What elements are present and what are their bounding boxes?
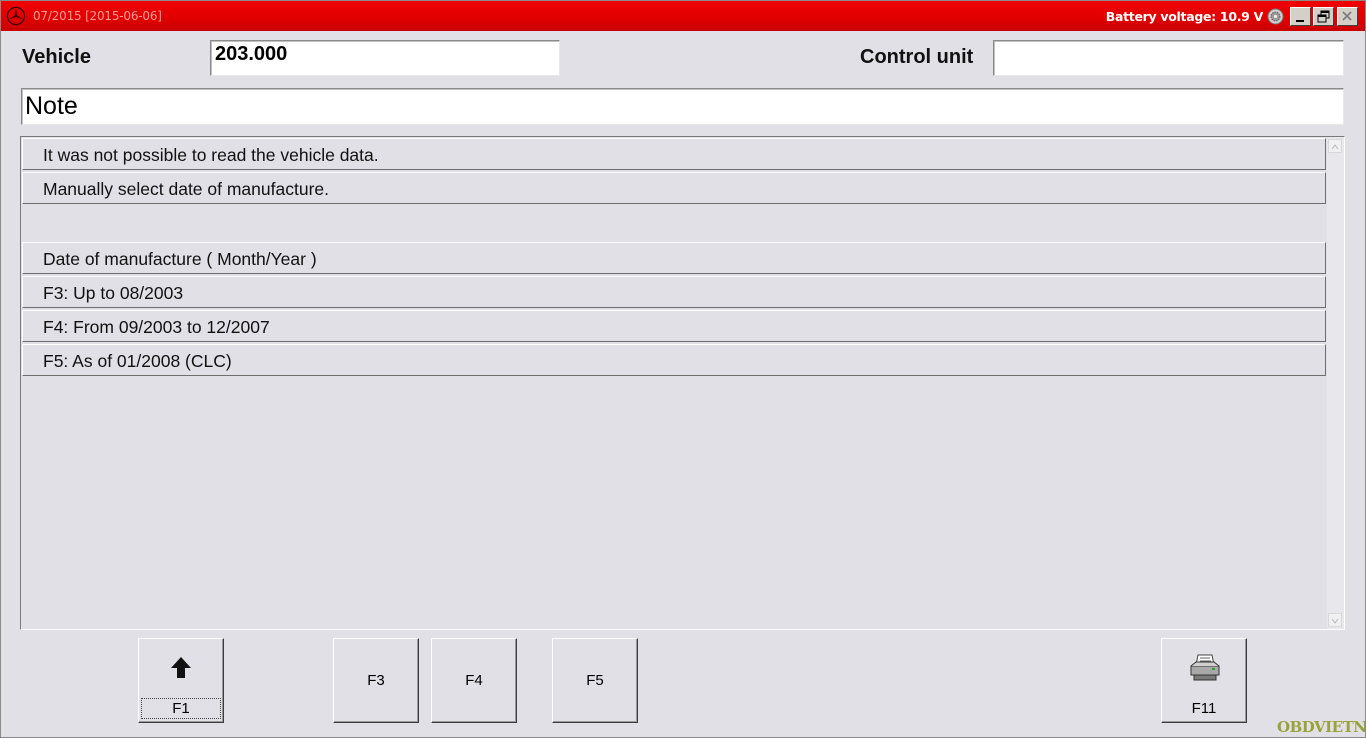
list-item-text: Date of manufacture ( Month/Year ) — [43, 249, 317, 269]
vehicle-field[interactable]: 203.000 — [210, 40, 560, 76]
mercedes-star-icon — [6, 6, 26, 26]
note-field: Note — [21, 88, 1344, 125]
f5-button[interactable]: F5 — [552, 638, 638, 723]
minimize-button[interactable] — [1290, 7, 1311, 26]
list-item-text: Manually select date of manufacture. — [43, 179, 329, 199]
list-item-text: F3: Up to 08/2003 — [43, 283, 184, 303]
note-title: Note — [25, 92, 78, 120]
scroll-up-button[interactable] — [1328, 139, 1342, 153]
list-item: Manually select date of manufacture. — [22, 172, 1326, 204]
f1-key-label: F1 — [172, 700, 190, 717]
message-list: It was not possible to read the vehicle … — [20, 136, 1345, 630]
watermark: OBDVIETNAM — [1277, 718, 1366, 736]
battery-voltage: Battery voltage: 10.9 V — [1105, 9, 1264, 24]
list-item: Date of manufacture ( Month/Year ) — [22, 242, 1326, 274]
up-arrow-icon — [171, 657, 191, 678]
list-item: F3: Up to 08/2003 — [22, 276, 1326, 308]
list-item: F5: As of 01/2008 (CLC) — [22, 344, 1326, 376]
chevron-up-icon — [1331, 144, 1339, 150]
f3-key-label: F3 — [367, 672, 385, 689]
f5-key-label: F5 — [586, 672, 604, 689]
window-title: 07/2015 [2015-06-06] — [33, 9, 162, 23]
close-button[interactable] — [1337, 7, 1358, 26]
battery-icon — [1267, 8, 1284, 25]
f1-back-button[interactable]: F1 — [138, 638, 224, 723]
control-unit-field[interactable] — [993, 40, 1344, 76]
list-item-text: It was not possible to read the vehicle … — [43, 145, 379, 165]
vehicle-label: Vehicle — [22, 46, 91, 68]
list-item: F4: From 09/2003 to 12/2007 — [22, 310, 1326, 342]
list-item-text: F4: From 09/2003 to 12/2007 — [43, 317, 270, 337]
title-bar: 07/2015 [2015-06-06] Battery voltage: 10… — [1, 1, 1365, 31]
app-window: 07/2015 [2015-06-06] Battery voltage: 10… — [0, 0, 1366, 738]
f11-print-button[interactable]: F11 — [1161, 638, 1247, 723]
printer-icon — [1190, 654, 1220, 681]
f11-key-label: F11 — [1191, 700, 1217, 717]
f4-button[interactable]: F4 — [431, 638, 517, 723]
list-item-text: F5: As of 01/2008 (CLC) — [43, 351, 232, 371]
vertical-scrollbar[interactable] — [1327, 137, 1344, 629]
vehicle-value: 203.000 — [215, 43, 288, 65]
restore-icon — [1317, 10, 1330, 23]
control-unit-label: Control unit — [860, 46, 974, 68]
chevron-down-icon — [1331, 618, 1339, 624]
minimize-icon — [1296, 20, 1304, 22]
f3-button[interactable]: F3 — [333, 638, 419, 723]
scroll-down-button[interactable] — [1328, 613, 1342, 627]
f4-key-label: F4 — [465, 672, 483, 689]
restore-button[interactable] — [1313, 7, 1334, 26]
list-item: It was not possible to read the vehicle … — [22, 138, 1326, 170]
close-icon — [1342, 11, 1352, 21]
